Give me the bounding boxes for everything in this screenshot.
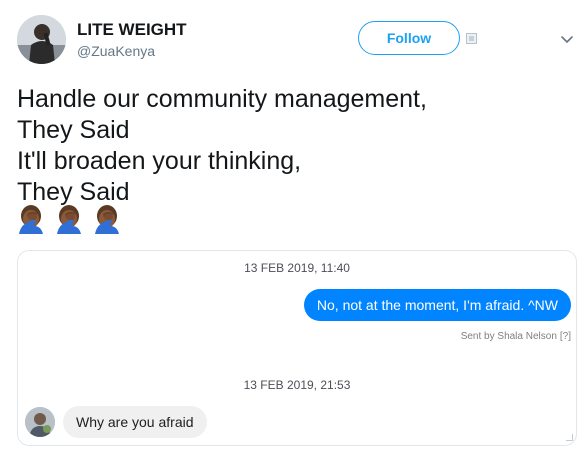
dm-timestamp: 13 FEB 2019, 21:53	[243, 378, 351, 392]
sent-by-help-link[interactable]: [?]	[560, 331, 571, 342]
tweet-text: Handle our community management, They Sa…	[17, 84, 572, 208]
facepalm-emoji-icon	[57, 205, 81, 234]
incoming-message-bubble: Why are you afraid	[63, 406, 207, 438]
emoji-row	[17, 204, 121, 240]
follow-button[interactable]: Follow	[358, 21, 460, 55]
author-handle[interactable]: @ZuaKenya	[77, 43, 155, 59]
author-name[interactable]: LITE WEIGHT	[77, 20, 187, 40]
facepalm-emoji-icon	[95, 205, 119, 234]
author-avatar[interactable]	[17, 15, 66, 64]
sender-avatar	[25, 407, 55, 437]
attached-screenshot[interactable]: 13 FEB 2019, 11:40 No, not at the moment…	[17, 250, 577, 446]
chevron-down-icon[interactable]	[559, 31, 575, 47]
facepalm-emoji-icon	[19, 205, 43, 234]
tweet-line: It'll broaden your thinking,	[17, 147, 302, 175]
broken-image-icon	[466, 33, 477, 44]
tweet-line: They Said	[17, 116, 130, 144]
resize-corner-icon	[566, 434, 573, 441]
dm-timestamp: 13 FEB 2019, 11:40	[244, 261, 350, 275]
outgoing-message-bubble: No, not at the moment, I'm afraid. ^NW	[303, 289, 571, 321]
tweet-card: LITE WEIGHT @ZuaKenya Follow Handle our …	[0, 0, 587, 451]
sent-by-text: Sent by Shala Nelson	[460, 331, 557, 342]
tweet-line: Handle our community management,	[17, 85, 427, 113]
sent-by-label: Sent by Shala Nelson [?]	[461, 331, 571, 342]
